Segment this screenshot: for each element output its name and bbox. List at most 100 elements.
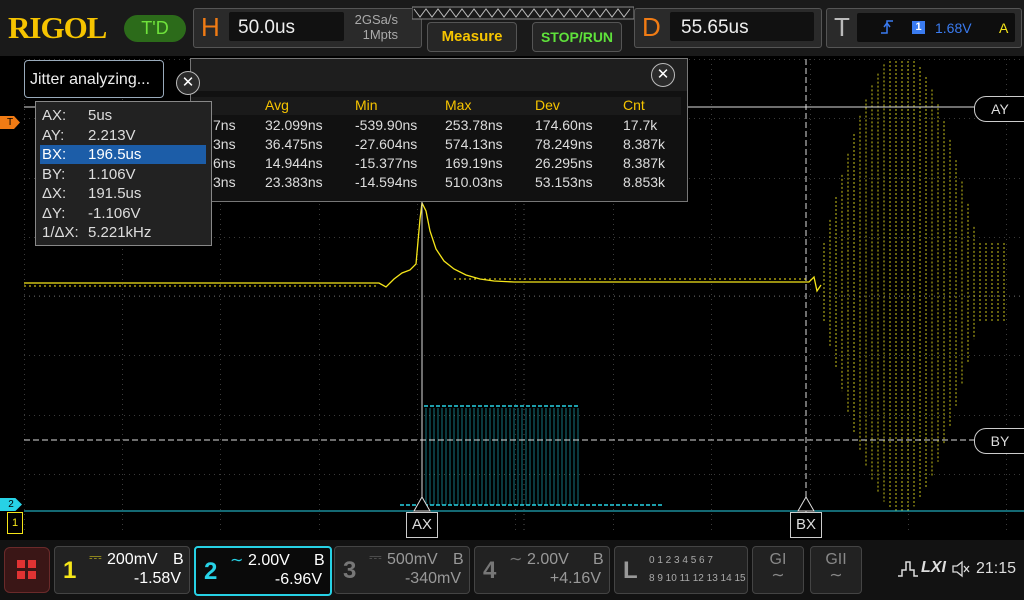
channel-3-number: 3: [343, 557, 357, 584]
stop-run-button[interactable]: STOP/RUN: [532, 22, 622, 52]
jitter-panel: ✕ Avg Min Max Dev Cnt 7ns 32.099ns -539.90ns 25…: [190, 58, 688, 202]
logic-row2: 8 9 10 11 12 13 14 15: [649, 573, 746, 584]
jitter-cell-avg: 32.099ns: [265, 117, 323, 133]
speaker-mute-icon[interactable]: [951, 560, 971, 578]
jitter-header: [191, 59, 687, 91]
jitter-cell-max: 574.13ns: [445, 136, 503, 152]
close-icon[interactable]: ✕: [651, 63, 675, 87]
channel-4-panel[interactable]: 4 ∼ 2.00V B +4.16V: [474, 546, 610, 594]
jitter-cell-avg: 14.944ns: [265, 155, 323, 171]
channel-3-panel[interactable]: 3 ⎓ 500mV B -340mV: [334, 546, 470, 594]
channel-2-scale: 2.00V: [248, 552, 290, 569]
sine-wave-icon: ∼: [771, 567, 785, 584]
jitter-cell-avg: 23.383ns: [265, 174, 323, 190]
jitter-cell-partial: 6ns: [213, 155, 236, 171]
cursor-readout-label: ΔY:: [42, 204, 66, 222]
close-jitter-icon[interactable]: ✕: [176, 71, 200, 95]
channel-4-scale: 2.00V: [527, 551, 569, 568]
ac-coupling-icon: ∼: [509, 551, 523, 568]
memory-depth: 1Mpts: [362, 27, 398, 42]
logic-letter: L: [623, 557, 638, 584]
jitter-cell-dev: 26.295ns: [535, 155, 593, 171]
logic-panel[interactable]: L 0 1 2 3 4 5 6 7 8 9 10 11 12 13 14 15: [614, 546, 748, 594]
horizontal-letter: H: [201, 12, 220, 42]
trigger-source-badge: 1: [912, 21, 925, 34]
generator1-button[interactable]: GI ∼: [752, 546, 804, 594]
cursor-readout-row[interactable]: AX: 5us: [40, 106, 206, 125]
channel-4-bw-limit: B: [593, 551, 604, 568]
jitter-cell-cnt: 8.387k: [623, 155, 666, 171]
jitter-row: 7ns 32.099ns -539.90ns 253.78ns 174.60ns 17.7…: [191, 117, 681, 136]
cursor-readout-value: 196.5us: [88, 146, 142, 163]
ethernet-icon: [898, 561, 918, 577]
jitter-cell-partial: 3ns: [213, 174, 236, 190]
menu-button[interactable]: [4, 547, 50, 593]
cursor-readout-value: 191.5us: [88, 185, 142, 202]
dc-coupling-icon: ⎓: [89, 549, 102, 566]
trigger-letter: T: [834, 12, 850, 42]
jitter-row: 6ns 14.944ns -15.377ns 169.19ns 26.295ns 8.38…: [191, 155, 681, 174]
ac-coupling-icon: ∼: [230, 552, 244, 569]
cursor-readout-label: AX:: [42, 107, 67, 124]
measure-button[interactable]: Measure: [427, 22, 517, 52]
cursor-readout-value: 1.106V: [88, 165, 136, 183]
jitter-cell-max: 510.03ns: [445, 174, 503, 190]
jitter-cell-avg: 36.475ns: [265, 136, 323, 152]
sample-rate: 2GSa/s: [354, 12, 398, 27]
cursor-bx-arrow: [797, 495, 815, 512]
cursor-bx-marker[interactable]: BX: [790, 512, 822, 538]
channel-2-panel[interactable]: 2 ∼ 2.00V B -6.96V: [194, 546, 332, 596]
channel-3-offset: -340mV: [404, 570, 461, 587]
channel-2-offset: -6.96V: [274, 571, 322, 588]
jitter-row: 3ns 36.475ns -27.604ns 574.13ns 78.249ns 8.38…: [191, 136, 681, 155]
jitter-cell-cnt: 8.853k: [623, 174, 666, 190]
channel-3-bw-limit: B: [453, 551, 464, 568]
cursor-readout-row[interactable]: ΔX: 191.5us: [40, 184, 206, 203]
channel-1-panel[interactable]: 1 ⎓ 200mV B -1.58V: [54, 546, 190, 594]
cursor-by-marker[interactable]: BY: [974, 428, 1024, 454]
cursor-readout-row[interactable]: AY: 2.213V: [40, 126, 206, 145]
trigger-status-badge[interactable]: T'D: [124, 15, 186, 42]
channel-2-bw-limit: B: [314, 552, 325, 569]
jitter-col-cnt: Cnt: [623, 97, 645, 113]
cursor-readout-value: -1.106V: [88, 204, 141, 222]
generator2-button[interactable]: GII ∼: [810, 546, 862, 594]
cursor-ax-marker[interactable]: AX: [406, 512, 438, 538]
cursor-readout-value: 5.221kHz: [88, 224, 152, 241]
jitter-cell-dev: 53.153ns: [535, 174, 593, 190]
delay-value: 55.65us: [681, 17, 749, 38]
jitter-col-max: Max: [445, 97, 472, 113]
top-bar: RIGOL T'D H 50.0us 2GSa/s 1Mpts Measure …: [0, 0, 1024, 56]
cursor-readout-label: ΔX:: [42, 185, 67, 202]
jitter-row: 3ns 23.383ns -14.594ns 510.03ns 53.153ns 8.85…: [191, 174, 681, 193]
cursor-readout-value: 5us: [88, 107, 113, 124]
lxi-badge: LXI: [921, 559, 946, 576]
cursor-readout-label: 1/ΔX:: [42, 224, 79, 241]
cursor-readout-row[interactable]: ΔY: -1.106V: [40, 204, 206, 223]
jitter-col-min: Min: [355, 97, 378, 113]
trigger-level-marker[interactable]: T: [0, 116, 20, 129]
cursor-ay-marker[interactable]: AY: [974, 96, 1024, 122]
timebase-value: 50.0us: [238, 17, 296, 38]
ch2-envelope: [400, 405, 664, 506]
ch2-trace: [425, 408, 579, 505]
jitter-cell-partial: 7ns: [213, 117, 236, 133]
cursor-readout-panel: AX: 5us AY: 2.213V BX: 196.5us BY: 1.106V ΔX: 191…: [35, 101, 212, 246]
jitter-cell-min: -14.594ns: [355, 174, 418, 190]
jitter-cell-min: -15.377ns: [355, 155, 418, 171]
cursor-readout-label: BY:: [42, 165, 66, 183]
rigol-logo: RIGOL: [8, 10, 107, 45]
cursor-readout-row[interactable]: BX: 196.5us: [40, 145, 206, 164]
ch2-offset-marker[interactable]: 2: [0, 498, 22, 511]
jitter-tab[interactable]: Jitter analyzing...: [24, 60, 164, 98]
cursor-readout-row[interactable]: BY: 1.106V: [40, 165, 206, 184]
jitter-table-header: Avg Min Max Dev Cnt: [191, 97, 681, 115]
cursor-readout-row[interactable]: 1/ΔX: 5.221kHz: [40, 223, 206, 242]
ch1-offset-marker[interactable]: 1: [7, 512, 23, 534]
channel-1-offset: -1.58V: [133, 570, 181, 587]
jitter-cell-max: 253.78ns: [445, 117, 503, 133]
menu-grid-icon: [17, 560, 36, 579]
channel-3-scale: 500mV: [387, 551, 438, 568]
jitter-cell-dev: 174.60ns: [535, 117, 593, 133]
jitter-cell-dev: 78.249ns: [535, 136, 593, 152]
